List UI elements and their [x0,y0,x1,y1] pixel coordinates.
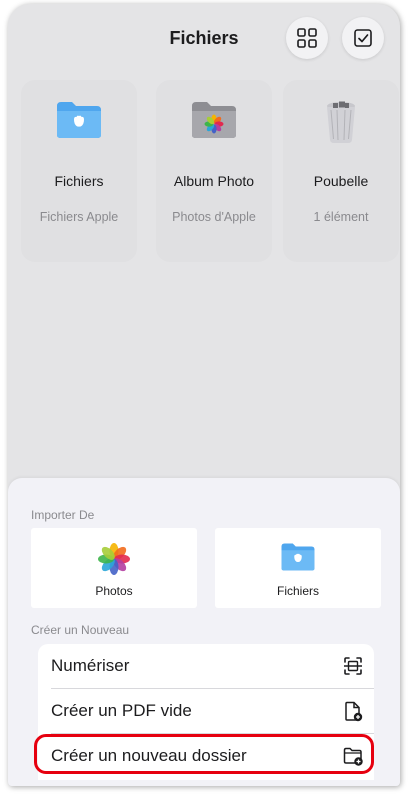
create-pdf-row[interactable]: Créer un PDF vide [38,689,374,733]
scan-document-icon [344,657,362,675]
new-pdf-icon [345,701,363,722]
import-fichiers-button[interactable]: Fichiers [215,528,381,608]
trash-icon [327,101,355,143]
grid-view-button[interactable] [286,17,328,59]
row-label: Créer un PDF vide [51,701,192,720]
location-subtitle: 1 élément [313,210,369,224]
location-tile-poubelle[interactable]: Poubelle 1 élément [283,80,399,262]
import-photos-button[interactable]: Photos [31,528,197,608]
blue-folder-icon [281,543,315,571]
location-subtitle: Fichiers Apple [39,210,119,224]
files-screen: Fichiers Fichiers Fichiers Apple Album P… [8,4,400,786]
photos-folder-icon [192,102,236,138]
select-button[interactable] [342,17,384,59]
import-section-label: Importer De [31,508,95,522]
location-tile-album-photo[interactable]: Album Photo Photos d'Apple [156,80,272,262]
photos-app-icon [98,543,130,575]
highlight-annotation [34,734,374,774]
location-name: Poubelle [313,173,369,189]
create-section-label: Créer un Nouveau [31,623,130,637]
locations-grid: Fichiers Fichiers Apple Album Photo Phot… [21,80,400,262]
scan-documents-row[interactable]: Numériser [38,644,374,688]
location-name: Fichiers [54,173,104,189]
location-name: Album Photo [173,173,255,189]
checkmark-square-icon [354,29,372,47]
import-fichiers-label: Fichiers [276,584,319,598]
top-bar: Fichiers [8,4,400,74]
location-subtitle: Photos d'Apple [172,210,256,224]
import-photos-label: Photos [95,584,133,598]
location-tile-fichiers[interactable]: Fichiers Fichiers Apple [21,80,137,262]
grid-icon [297,28,317,48]
blue-folder-icon [57,102,101,138]
row-label: Numériser [51,656,130,675]
